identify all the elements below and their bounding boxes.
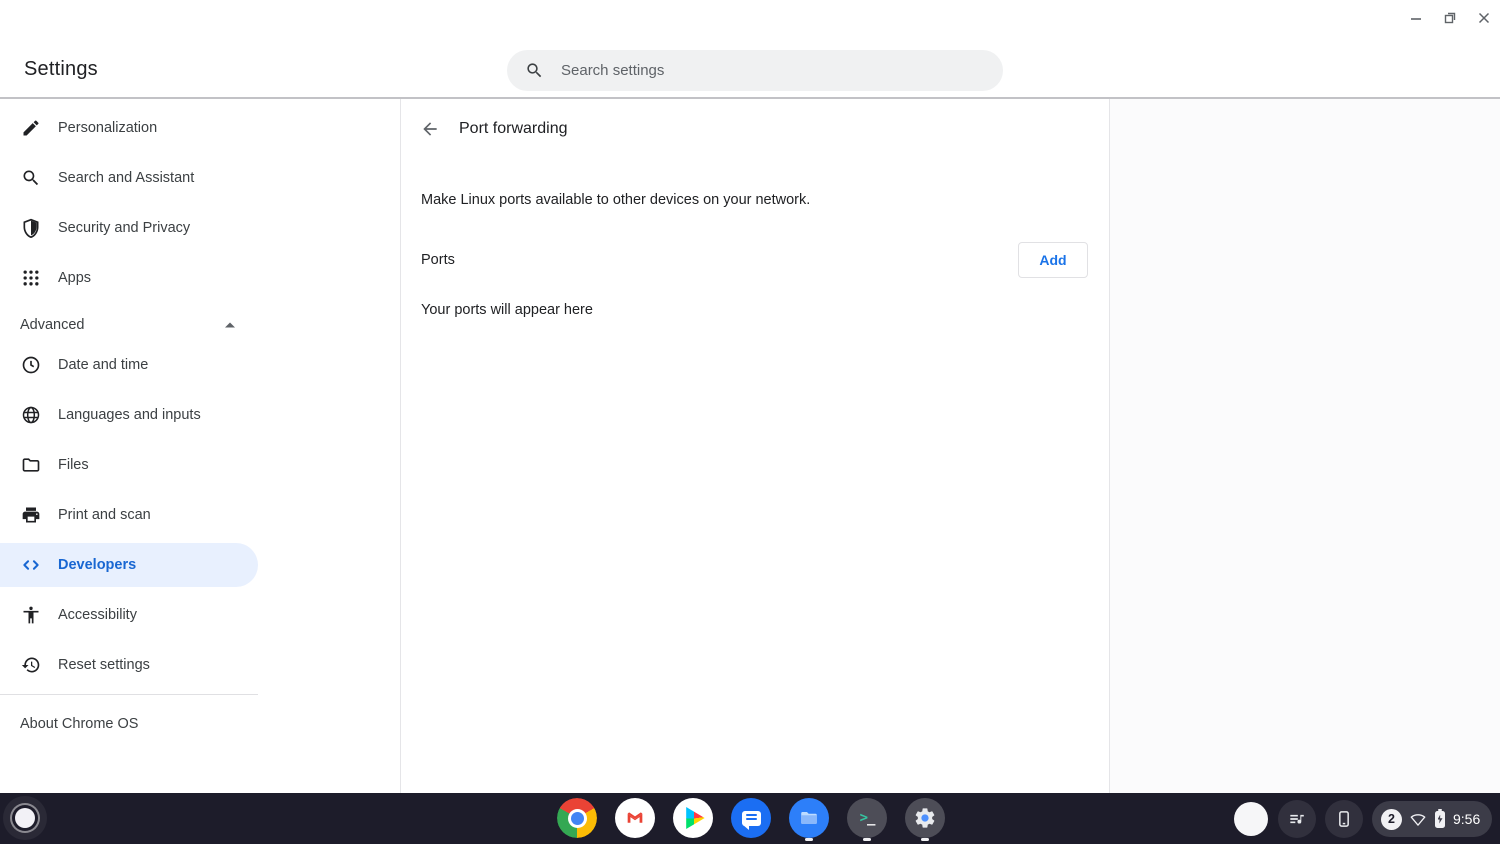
sidebar-item-personalization[interactable]: Personalization: [0, 106, 258, 150]
shelf-app-gmail[interactable]: [615, 798, 655, 838]
phone-icon: [1334, 809, 1354, 829]
shelf-app-terminal[interactable]: >_: [847, 798, 887, 838]
battery-charging-icon: [1435, 811, 1445, 828]
sidebar-item-date-time[interactable]: Date and time: [0, 343, 258, 387]
search-input[interactable]: Search settings: [507, 50, 1003, 91]
files-icon: [798, 807, 820, 829]
gmail-icon: [624, 807, 646, 829]
advanced-label: Advanced: [20, 317, 85, 333]
avatar[interactable]: [1234, 802, 1268, 836]
sidebar-item-label: Developers: [58, 557, 136, 573]
sidebar-item-label: Security and Privacy: [58, 220, 190, 236]
sidebar-advanced-toggle[interactable]: Advanced: [0, 303, 252, 347]
ports-empty-state: Your ports will appear here: [421, 302, 593, 318]
terminal-icon: >_: [860, 810, 875, 826]
wifi-icon: [1409, 812, 1427, 827]
sidebar-item-accessibility[interactable]: Accessibility: [0, 593, 258, 637]
window-controls: [1406, 8, 1494, 28]
back-arrow-icon[interactable]: [419, 118, 441, 140]
globe-icon: [20, 404, 42, 426]
clock: 9:56: [1453, 811, 1480, 827]
reset-icon: [20, 654, 42, 676]
folder-icon: [20, 454, 42, 476]
launcher-button[interactable]: [3, 796, 47, 840]
chrome-icon: [557, 798, 597, 838]
status-tray[interactable]: 2 9:56: [1372, 801, 1492, 837]
shelf-app-settings[interactable]: [905, 798, 945, 838]
sidebar-divider: [0, 694, 258, 695]
sidebar-item-label: Personalization: [58, 120, 157, 136]
shield-icon: [20, 217, 42, 239]
sidebar-item-print-scan[interactable]: Print and scan: [0, 493, 258, 537]
sidebar-item-label: Date and time: [58, 357, 148, 373]
running-indicator-settings: [921, 838, 929, 841]
page-description: Make Linux ports available to other devi…: [421, 192, 810, 208]
restore-button[interactable]: [1440, 8, 1460, 28]
sidebar-item-files[interactable]: Files: [0, 443, 258, 487]
ports-label: Ports: [421, 252, 455, 268]
play-store-icon: [685, 807, 706, 830]
sidebar-item-developers[interactable]: Developers: [0, 543, 258, 587]
add-button[interactable]: Add: [1018, 242, 1088, 278]
shelf-app-files[interactable]: [789, 798, 829, 838]
sidebar-item-label: Print and scan: [58, 507, 151, 523]
sidebar-item-label: Reset settings: [58, 657, 150, 673]
launcher-icon: [15, 808, 35, 828]
close-button[interactable]: [1474, 8, 1494, 28]
sidebar-item-label: Languages and inputs: [58, 407, 201, 423]
sidebar-item-label: Apps: [58, 270, 91, 286]
running-indicator-terminal: [863, 838, 871, 841]
right-background-panel: [1110, 99, 1500, 793]
shelf-app-play-store[interactable]: [673, 798, 713, 838]
running-indicator-files: [805, 838, 813, 841]
shelf: >_ 2 9:56: [0, 793, 1500, 844]
sidebar-item-label: About Chrome OS: [20, 716, 138, 732]
sidebar-item-label: Accessibility: [58, 607, 137, 623]
sidebar-content-divider: [400, 99, 401, 793]
sidebar-item-label: Files: [58, 457, 89, 473]
media-controls-button[interactable]: [1278, 800, 1316, 838]
chevron-up-icon: [224, 321, 236, 329]
shelf-app-messages[interactable]: [731, 798, 771, 838]
brush-icon: [20, 117, 42, 139]
sidebar-item-about-chrome-os[interactable]: About Chrome OS: [0, 702, 258, 746]
sidebar-item-search-assistant[interactable]: Search and Assistant: [0, 156, 258, 200]
sidebar-item-label: Search and Assistant: [58, 170, 194, 186]
page-title: Port forwarding: [459, 120, 568, 138]
printer-icon: [20, 504, 42, 526]
settings-gear-icon: [913, 806, 937, 830]
accessibility-icon: [20, 604, 42, 626]
code-icon: [20, 554, 42, 576]
sidebar-item-reset-settings[interactable]: Reset settings: [0, 643, 258, 687]
sidebar-item-apps[interactable]: Apps: [0, 256, 258, 300]
clock-icon: [20, 354, 42, 376]
notification-badge: 2: [1381, 809, 1402, 830]
apps-grid-icon: [20, 267, 42, 289]
search-icon: [525, 61, 544, 80]
sidebar-item-security-privacy[interactable]: Security and Privacy: [0, 206, 258, 250]
phone-hub-button[interactable]: [1325, 800, 1363, 838]
shelf-app-chrome[interactable]: [557, 798, 597, 838]
search-icon: [20, 167, 42, 189]
minimize-button[interactable]: [1406, 8, 1426, 28]
sidebar-item-languages-inputs[interactable]: Languages and inputs: [0, 393, 258, 437]
search-placeholder: Search settings: [561, 62, 664, 79]
app-title: Settings: [24, 58, 98, 81]
media-queue-icon: [1287, 809, 1307, 829]
messages-icon: [742, 811, 761, 826]
